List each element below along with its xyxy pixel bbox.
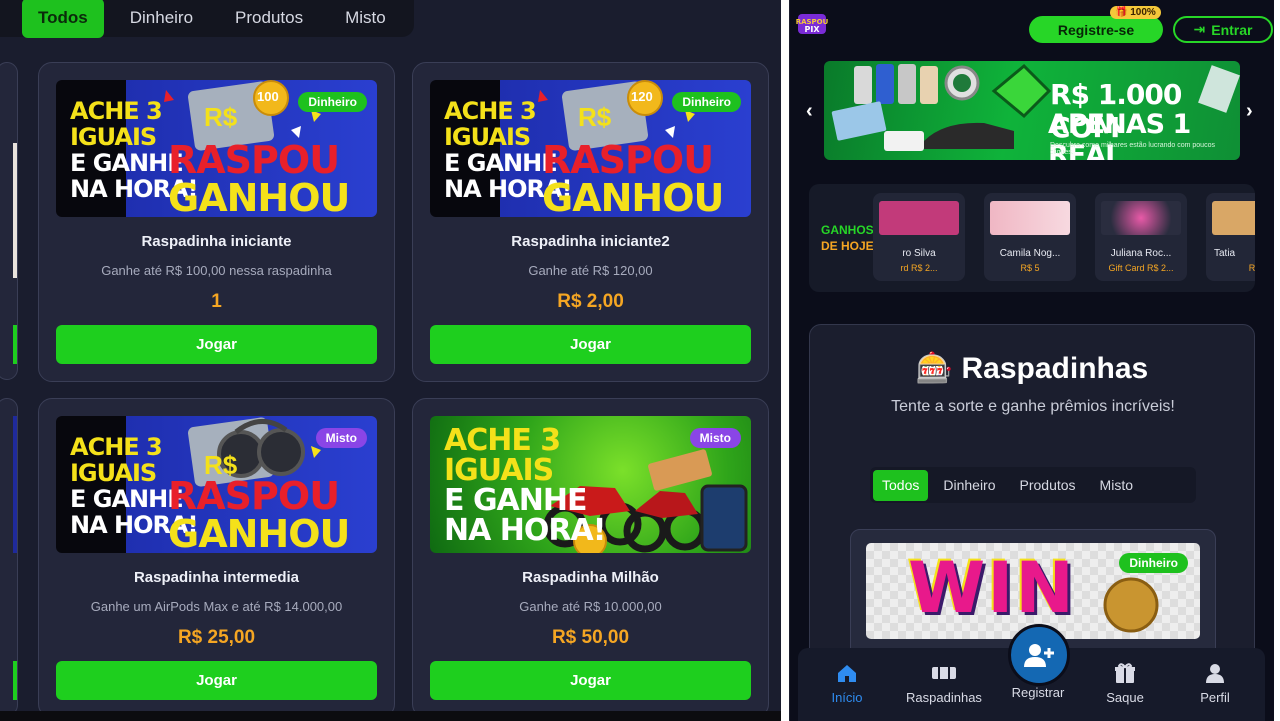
card-banner[interactable]: R$ ACHE 3 IGUAIS E GANHE NA HORA! RASPOU… — [56, 416, 377, 553]
prize-image — [1212, 201, 1255, 235]
win-item: Camila Nog... R$ 5 — [984, 193, 1076, 281]
card-description: Ganhe até R$ 120,00 — [528, 263, 653, 278]
winner-name: Tatia — [1214, 248, 1236, 259]
card-banner[interactable]: 100 R$ ACHE 3 IGUAIS E GANHE NA HORA! RA… — [56, 80, 377, 217]
play-button[interactable]: Jogar — [430, 325, 751, 364]
tab-dinheiro[interactable]: Dinheiro — [934, 470, 1004, 501]
filter-tabs: Todos Dinheiro Produtos Misto — [870, 467, 1196, 503]
play-button[interactable]: Jogar — [56, 325, 377, 364]
category-badge: Misto — [689, 428, 741, 448]
winner-name: Juliana Roc... — [1110, 248, 1172, 259]
filter-tabs: Todos Dinheiro Produtos Misto — [0, 0, 414, 38]
svg-text:PIX: PIX — [804, 25, 820, 34]
coin-value: 100 — [257, 89, 279, 104]
right-panel: RASPOU PIX Registre-se 🎁 100% ⇥ Entrar ‹… — [789, 0, 1274, 721]
nav-registrar[interactable]: Registrar — [993, 685, 1083, 700]
category-badge: Dinheiro — [298, 92, 367, 112]
card-description: Ganhe um AirPods Max e até R$ 14.000,00 — [90, 599, 343, 614]
scratch-card: ACHE 3 IGUAIS E GANHE NA HORA! Misto Ras… — [412, 398, 769, 718]
play-button[interactable]: Jogar — [56, 661, 377, 700]
tab-dinheiro[interactable]: Dinheiro — [114, 0, 209, 38]
card-price: R$ 25,00 — [177, 627, 256, 648]
register-bonus-badge: 🎁 100% — [1110, 6, 1161, 19]
bottom-edge — [0, 711, 781, 721]
section-title: 🎰 Raspadinhas — [915, 352, 1149, 385]
nav-perfil[interactable]: Perfil — [1170, 662, 1260, 705]
scratch-card: 100 R$ ACHE 3 IGUAIS E GANHE NA HORA! RA… — [38, 62, 395, 382]
tab-todos[interactable]: Todos — [22, 0, 104, 38]
card-banner[interactable]: ACHE 3 IGUAIS E GANHE NA HORA! Misto — [430, 416, 751, 553]
partial-card — [0, 62, 18, 380]
card-title: Raspadinha intermedia — [133, 569, 300, 586]
nav-inicio[interactable]: Início — [802, 662, 892, 705]
login-button[interactable]: ⇥ Entrar — [1173, 16, 1273, 43]
home-icon — [802, 662, 892, 684]
recent-wins-ticker: GANHOS DE HOJE ro Silva rd R$ 2... Camil… — [809, 184, 1255, 292]
card-banner[interactable]: 120 R$ ACHE 3 IGUAIS E GANHE NA HORA! RA… — [430, 80, 751, 217]
card-title: Raspadinha Milhão — [522, 569, 659, 586]
slot-machine-icon: 🎰 — [915, 352, 954, 385]
gift-icon — [1080, 662, 1170, 684]
card-title: Raspadinha iniciante2 — [511, 233, 670, 250]
banner-rs: R$ — [204, 102, 238, 132]
card-price: R$ 2,00 — [557, 291, 624, 312]
card-title: Raspadinha iniciante — [141, 233, 292, 250]
carousel-caption: Descubra como milhares estão lucrando co… — [1050, 142, 1215, 156]
add-user-icon — [1024, 644, 1054, 667]
card-price: 1 — [211, 291, 222, 312]
tab-misto[interactable]: Misto — [1091, 470, 1142, 501]
prize-image — [990, 201, 1070, 235]
user-icon — [1170, 662, 1260, 684]
banner-ganhou: GANHOU — [168, 512, 350, 553]
winner-prize: R — [1248, 263, 1255, 273]
win-item: ro Silva rd R$ 2... — [873, 193, 965, 281]
carousel-next-icon[interactable]: › — [1246, 100, 1253, 123]
category-badge: Misto — [315, 428, 367, 448]
banner-headline: ACHE 3 IGUAIS E GANHE NA HORA! — [444, 423, 606, 548]
winner-prize: R$ 5 — [1020, 263, 1040, 273]
recent-wins-title: GANHOS DE HOJE — [821, 223, 874, 253]
card-description: Ganhe até R$ 100,00 nessa raspadinha — [101, 263, 332, 278]
scratch-card: R$ ACHE 3 IGUAIS E GANHE NA HORA! RASPOU… — [38, 398, 395, 718]
prize-image — [1101, 201, 1181, 235]
partial-card — [0, 398, 18, 716]
category-badge: Dinheiro — [1119, 553, 1188, 573]
category-badge: Dinheiro — [672, 92, 741, 112]
winner-prize: Gift Card R$ 2... — [1108, 263, 1174, 273]
register-fab[interactable] — [1008, 624, 1070, 686]
play-button[interactable]: Jogar — [430, 661, 751, 700]
card-description: Ganhe até R$ 10.000,00 — [519, 599, 662, 614]
nav-saque[interactable]: Saque — [1080, 662, 1170, 705]
win-item: Tatia R — [1206, 193, 1255, 281]
coin-value: 120 — [631, 89, 653, 104]
win-item: Juliana Roc... Gift Card R$ 2... — [1095, 193, 1187, 281]
banner-ganhou: GANHOU — [168, 176, 350, 217]
nav-raspadinhas[interactable]: Raspadinhas — [899, 662, 989, 705]
banner-ganhou: GANHOU — [542, 176, 724, 217]
promo-carousel[interactable]: R$ 1.000 COM APENAS 1 REAL Descubra como… — [824, 61, 1240, 160]
tab-misto[interactable]: Misto — [329, 0, 402, 38]
winner-prize: rd R$ 2... — [900, 263, 938, 273]
tab-produtos[interactable]: Produtos — [1011, 470, 1085, 501]
banner-rs: R$ — [578, 102, 612, 132]
scratch-card: 120 R$ ACHE 3 IGUAIS E GANHE NA HORA! RA… — [412, 62, 769, 382]
winner-name: Camila Nog... — [999, 248, 1061, 259]
tab-todos[interactable]: Todos — [873, 469, 929, 501]
section-subtitle: Tente a sorte e ganhe prêmios incríveis! — [891, 398, 1175, 415]
prize-image — [879, 201, 959, 235]
login-icon: ⇥ — [1193, 21, 1206, 37]
ticket-icon — [899, 662, 989, 684]
carousel-prev-icon[interactable]: ‹ — [806, 100, 813, 123]
tab-produtos[interactable]: Produtos — [219, 0, 319, 38]
register-button[interactable]: Registre-se — [1029, 16, 1163, 43]
left-panel: Todos Dinheiro Produtos Misto 100 R$ ACH… — [0, 0, 781, 721]
site-logo[interactable]: RASPOU PIX — [796, 10, 829, 38]
card-price: R$ 50,00 — [551, 627, 630, 648]
winner-name: ro Silva — [902, 248, 936, 259]
